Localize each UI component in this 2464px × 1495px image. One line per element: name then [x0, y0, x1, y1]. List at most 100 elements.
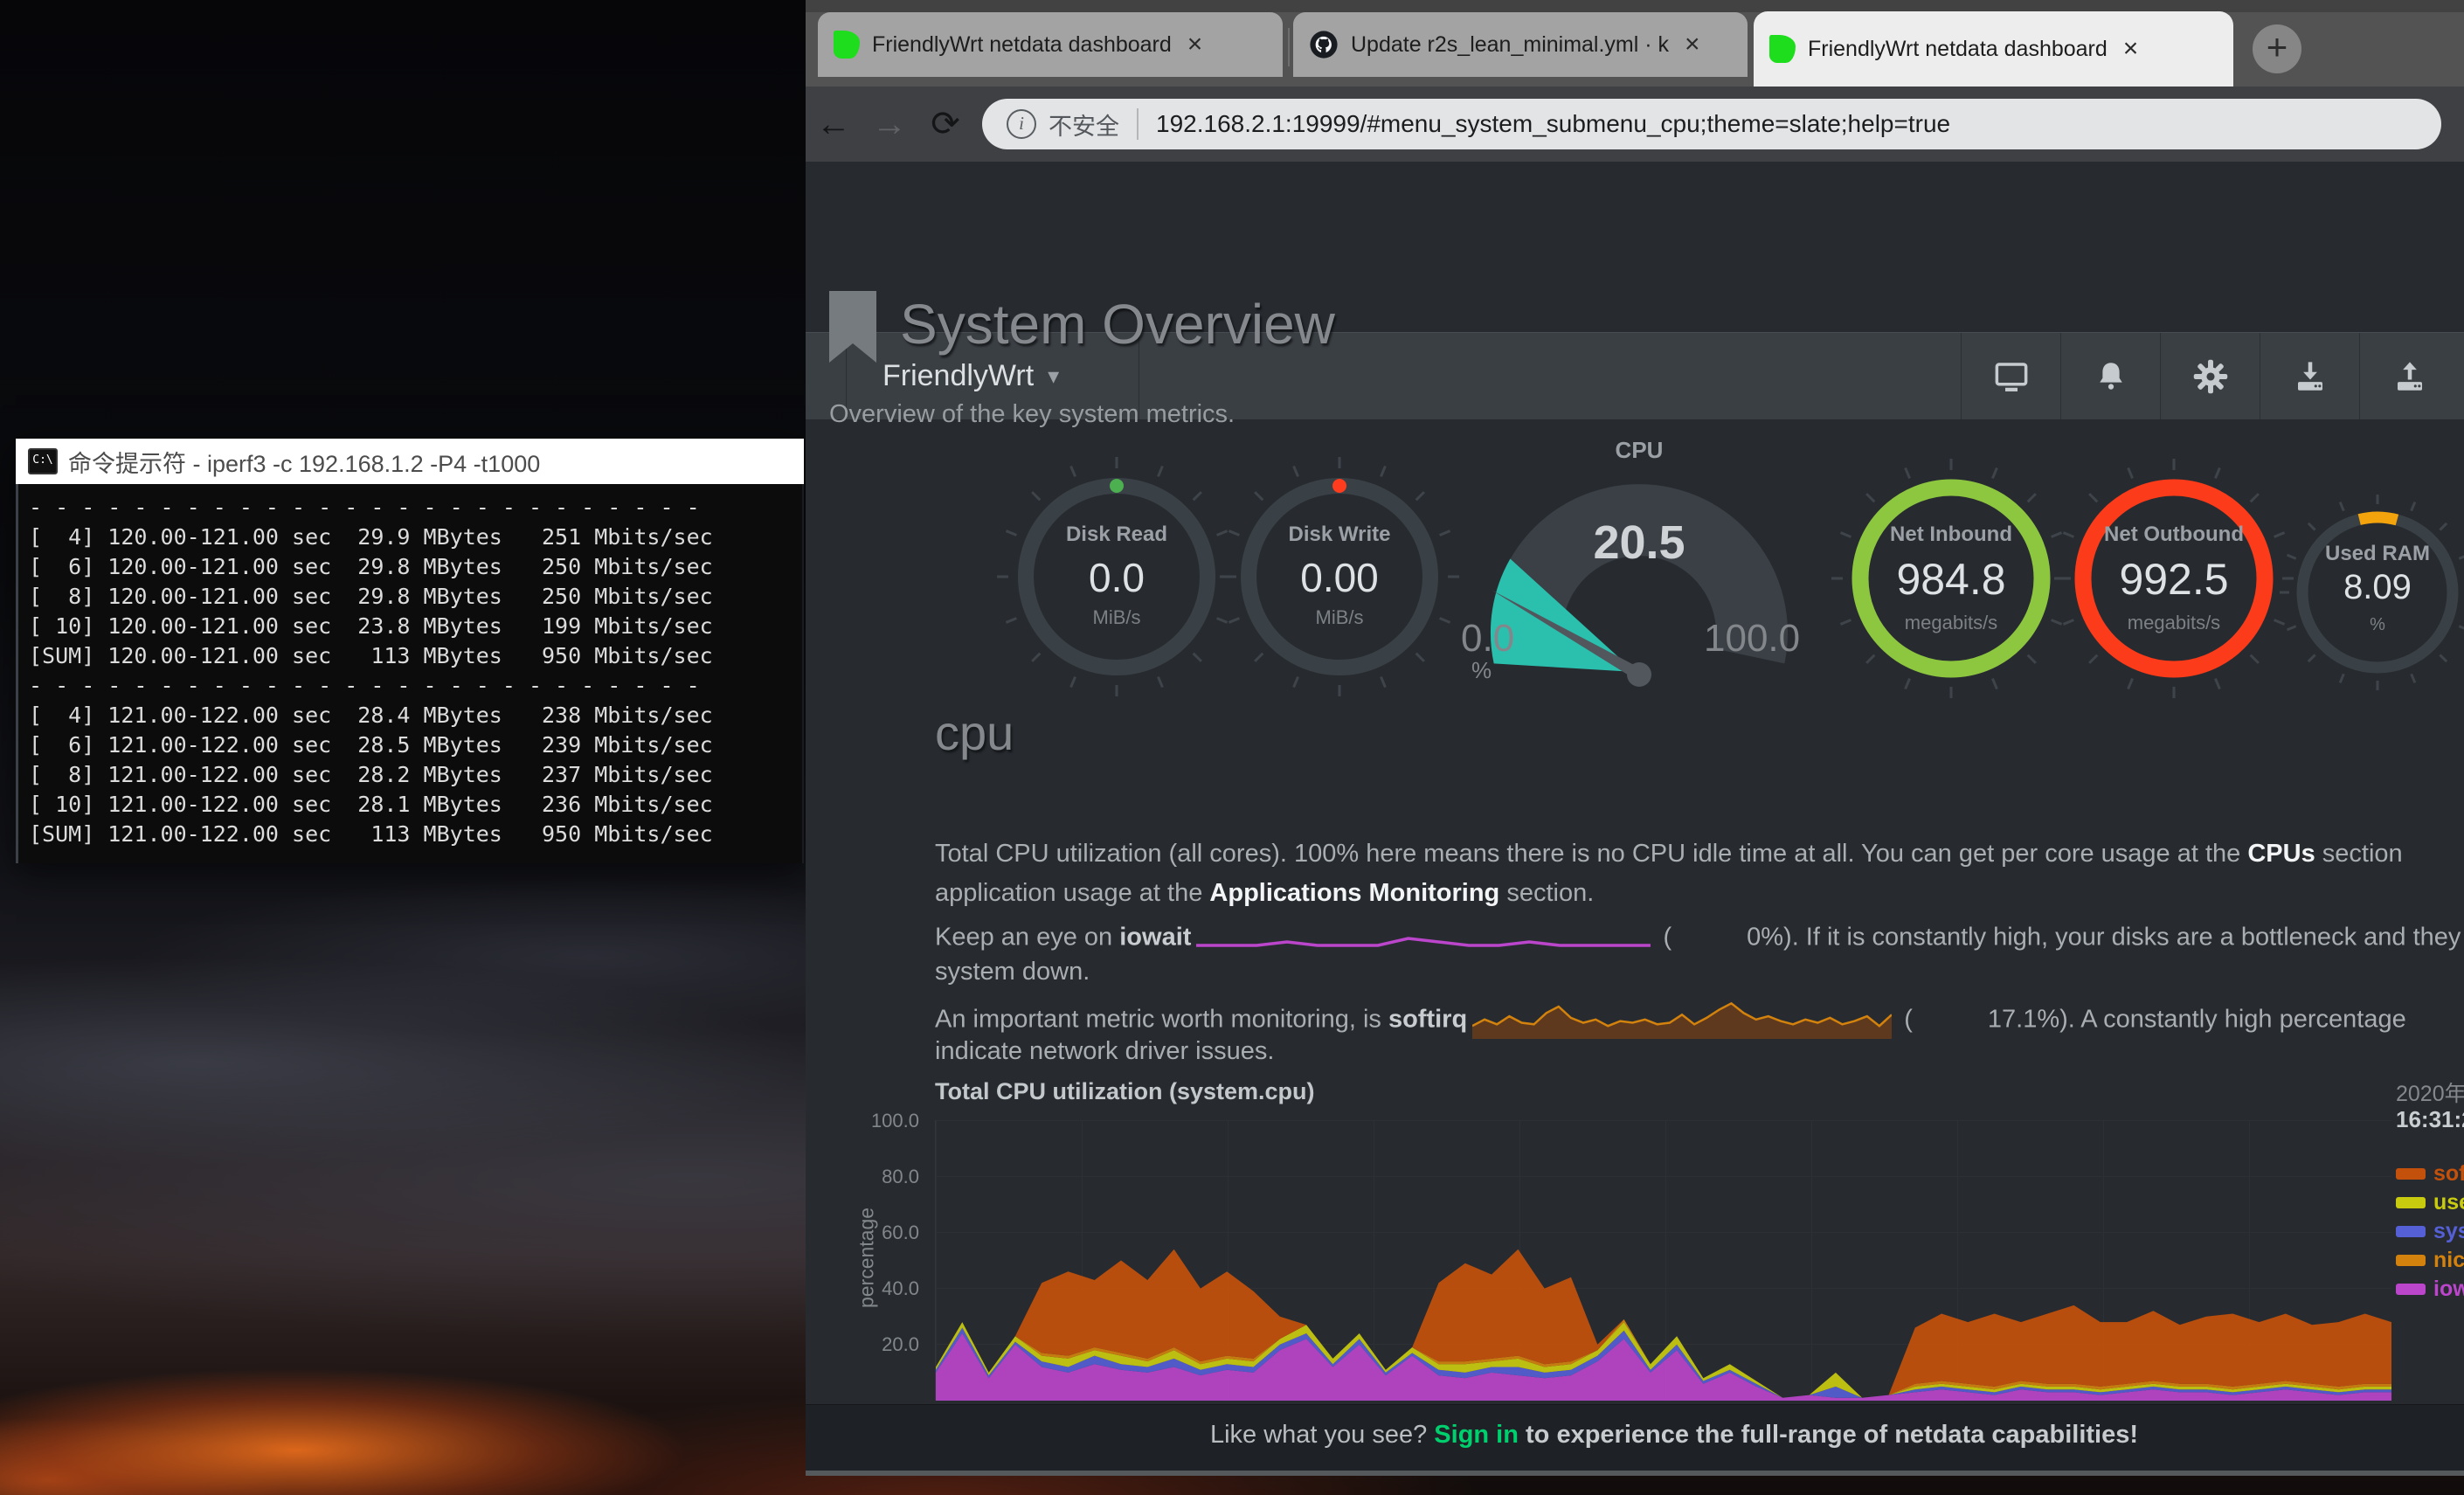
chart-title: Total CPU utilization (system.cpu)	[935, 1078, 1315, 1105]
cpu-paragraph-line: system down.	[935, 958, 2464, 998]
section-title: System Overview	[900, 292, 1335, 356]
text: Total CPU utilization (all cores). 100% …	[935, 840, 2247, 868]
netdata-footer: Like what you see? Sign in to experience…	[806, 1404, 2464, 1471]
softirq-value-text: 17.1%). A constantly high percentage	[1988, 1006, 2406, 1034]
reload-icon[interactable]: ⟳	[917, 104, 973, 144]
github-icon	[1309, 30, 1339, 59]
gauge-value: 992.5	[2043, 554, 2305, 605]
softirq-label: softirq	[1388, 1006, 1467, 1034]
window-bottom-edge	[806, 1471, 2464, 1476]
gear-icon	[2192, 358, 2229, 395]
legend-label: softirq	[2433, 1161, 2464, 1187]
gauge-used-ram[interactable]: Used RAM 8.09 %	[2273, 488, 2464, 702]
gauge-unit: MiB/s	[1208, 606, 1471, 629]
upload-icon	[2391, 358, 2428, 395]
browser-window: FriendlyWrt netdata dashboard × Update r…	[806, 0, 2464, 1476]
terminal-body: - - - - - - - - - - - - - - - - - - - - …	[16, 484, 804, 863]
gauge-unit: %	[2273, 615, 2464, 635]
back-icon[interactable]: ←	[806, 105, 862, 144]
cpu-paragraph-line: application usage at the Applications Mo…	[935, 879, 2464, 919]
tab-close-icon[interactable]: ×	[1187, 31, 1203, 58]
sign-in-link[interactable]: Sign in	[1434, 1421, 1519, 1449]
legend-swatch	[2396, 1168, 2426, 1180]
legend-item-iowait[interactable]: iowait	[2396, 1277, 2464, 1302]
legend-swatch	[2396, 1284, 2426, 1295]
link-applications-monitoring[interactable]: Applications Monitoring	[1209, 879, 1499, 907]
netdata-favicon	[834, 31, 860, 59]
tab-netdata-1[interactable]: FriendlyWrt netdata dashboard ×	[818, 12, 1283, 77]
text: Like what you see?	[1210, 1421, 1434, 1449]
link-cpus[interactable]: CPUs	[2247, 840, 2315, 868]
export-button[interactable]	[2359, 333, 2459, 419]
chart-time: 16:31:2	[2396, 1106, 2464, 1133]
tab-strip: FriendlyWrt netdata dashboard × Update r…	[806, 0, 2464, 87]
legend-label: system	[2433, 1219, 2464, 1244]
terminal-line: [ 6] 121.00-122.00 sec 28.5 MBytes 239 M…	[29, 730, 802, 760]
tab-close-icon[interactable]: ×	[2123, 36, 2139, 62]
legend-item-system[interactable]: system	[2396, 1219, 2464, 1244]
gauge-dot	[1110, 479, 1124, 493]
terminal-line: [ 8] 120.00-121.00 sec 29.8 MBytes 250 M…	[29, 582, 802, 612]
terminal-line: [SUM] 120.00-121.00 sec 113 MBytes 950 M…	[29, 641, 802, 671]
omnibox-divider	[1137, 108, 1139, 140]
netdata-favicon	[1769, 35, 1796, 63]
url-text[interactable]: 192.168.2.1:19999/#menu_system_submenu_c…	[1156, 110, 1950, 138]
brand-label: FriendlyWrt	[882, 359, 1034, 393]
page-info-icon[interactable]: i	[1007, 109, 1036, 139]
tab-netdata-2-active[interactable]: FriendlyWrt netdata dashboard ×	[1754, 11, 2233, 87]
terminal-separator: - - - - - - - - - - - - - - - - - - - - …	[29, 493, 802, 523]
new-tab-button[interactable]: +	[2253, 24, 2301, 73]
terminal-line: [SUM] 121.00-122.00 sec 113 MBytes 950 M…	[29, 820, 802, 849]
terminal-line: [ 4] 120.00-121.00 sec 29.9 MBytes 251 M…	[29, 523, 802, 552]
legend-item-softirq[interactable]: softirq	[2396, 1161, 2464, 1187]
gauge-min: 0.0	[1461, 617, 1514, 661]
cpu-paragraph-line: Total CPU utilization (all cores). 100% …	[935, 840, 2464, 880]
text: to experience the full-range of netdata …	[1519, 1421, 2138, 1449]
gauge-label: CPU	[1508, 437, 1770, 464]
legend-item-nice[interactable]: nice	[2396, 1248, 2464, 1273]
gauge-label: Net Outbound	[2043, 523, 2305, 547]
text: application usage at the	[935, 879, 1209, 907]
terminal-window[interactable]: C:\ 命令提示符 - iperf3 -c 192.168.1.2 -P4 -t…	[16, 439, 804, 863]
y-tick: 20.0	[814, 1333, 919, 1356]
terminal-line: [ 10] 121.00-122.00 sec 28.1 MBytes 236 …	[29, 790, 802, 820]
browser-toolbar: ← → ⟳ i 不安全 192.168.2.1:19999/#menu_syst…	[806, 87, 2464, 162]
text: Keep an eye on	[935, 924, 1119, 952]
gauge-net-outbound[interactable]: Net Outbound 992.5 megabits/s	[2043, 447, 2305, 714]
terminal-line: [ 10] 120.00-121.00 sec 23.8 MBytes 199 …	[29, 612, 802, 641]
gauge-value: 20.5	[1508, 516, 1770, 570]
text: An important metric worth monitoring, is	[935, 1006, 1388, 1034]
alarms-button[interactable]	[2060, 333, 2160, 419]
gauge-disk-write[interactable]: Disk Write 0.00 MiB/s	[1208, 446, 1471, 712]
address-bar[interactable]: i 不安全 192.168.2.1:19999/#menu_system_sub…	[982, 99, 2441, 149]
footer-text: Like what you see? Sign in to experience…	[806, 1421, 2464, 1450]
legend-item-user[interactable]: user	[2396, 1190, 2464, 1215]
tab-github[interactable]: Update r2s_lean_minimal.yml · k ×	[1293, 12, 1748, 77]
terminal-line: [ 6] 120.00-121.00 sec 29.8 MBytes 250 M…	[29, 552, 802, 582]
terminal-title: 命令提示符 - iperf3 -c 192.168.1.2 -P4 -t1000	[68, 445, 540, 479]
gauge-max: 100.0	[1704, 617, 1800, 661]
gauge-unit: %	[1471, 657, 1492, 684]
download-icon	[2292, 358, 2329, 395]
legend-swatch	[2396, 1255, 2426, 1266]
cpu-utilization-chart[interactable]	[935, 1120, 2391, 1401]
tab-close-icon[interactable]: ×	[1685, 31, 1700, 58]
print-screen-button[interactable]	[1961, 333, 2060, 419]
forward-icon[interactable]: →	[862, 105, 917, 144]
legend-label: nice	[2433, 1248, 2464, 1273]
cpu-paragraph-line: indicate network driver issues.	[935, 1037, 2464, 1077]
bell-icon	[2093, 358, 2129, 395]
security-label: 不安全	[1049, 107, 1119, 142]
gauge-label: Used RAM	[2273, 542, 2464, 566]
chart-date: 2020年3	[2396, 1076, 2464, 1108]
settings-button[interactable]	[2160, 333, 2260, 419]
iowait-label: iowait	[1119, 924, 1191, 952]
screen: C:\ 命令提示符 - iperf3 -c 192.168.1.2 -P4 -t…	[0, 0, 2464, 1495]
iowait-sparkline[interactable]	[1196, 919, 1651, 958]
cpu-section-heading: cpu	[935, 704, 1014, 761]
import-button[interactable]	[2260, 333, 2359, 419]
gauge-dot	[1332, 479, 1346, 493]
terminal-separator: - - - - - - - - - - - - - - - - - - - - …	[29, 671, 802, 701]
y-tick: 100.0	[814, 1110, 919, 1132]
terminal-titlebar[interactable]: C:\ 命令提示符 - iperf3 -c 192.168.1.2 -P4 -t…	[16, 439, 804, 484]
